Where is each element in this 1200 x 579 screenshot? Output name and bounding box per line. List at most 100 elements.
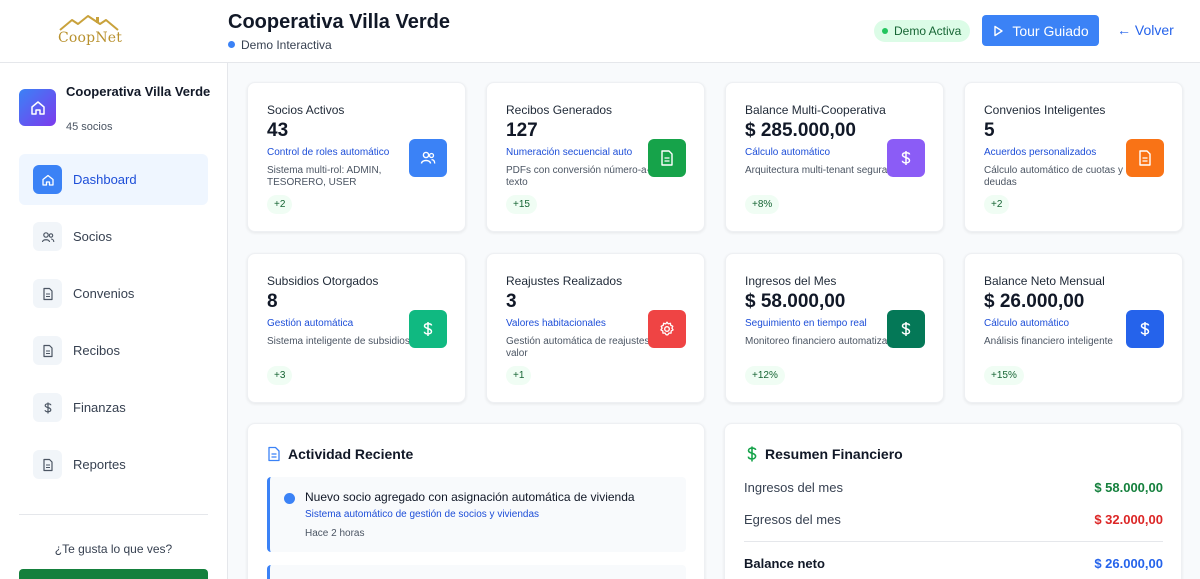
card-value: 8 (267, 291, 278, 312)
finance-row-label: Balance neto (744, 556, 825, 571)
activity-dot-icon (284, 493, 295, 504)
sidebar-item-label: Dashboard (73, 172, 137, 187)
finance-row-egresos: Egresos del mes $ 32.000,00 (744, 512, 1163, 527)
sidebar: Cooperativa Villa Verde 45 socios Dashbo… (0, 63, 228, 579)
logo-text: CoopNet (58, 30, 123, 46)
card-description: Arquitectura multi-tenant segura (745, 165, 888, 176)
home-icon (33, 165, 62, 194)
card-change-badge: +12% (745, 366, 785, 385)
card-value: $ 26.000,00 (984, 291, 1085, 312)
financial-summary-panel: Resumen Financiero Ingresos del mes $ 58… (724, 423, 1182, 579)
sidebar-item-finanzas[interactable]: Finanzas (19, 382, 208, 433)
card-change-badge: +2 (267, 195, 293, 214)
card-description: Sistema inteligente de subsidios (267, 336, 410, 347)
card-label: Balance Multi-Cooperativa (745, 103, 886, 117)
play-icon (994, 25, 1004, 36)
tour-button-label: Tour Guiado (1012, 22, 1089, 39)
finance-row-amount: $ 26.000,00 (1094, 556, 1163, 571)
finance-divider (744, 541, 1163, 542)
card-change-badge: +1 (506, 366, 532, 385)
card-label: Balance Neto Mensual (984, 274, 1105, 288)
card-subtitle: Valores habitacionales (506, 318, 606, 329)
card-value: $ 285.000,00 (745, 120, 856, 141)
home-icon (30, 100, 45, 115)
back-link[interactable]: ← Volver (1117, 22, 1174, 38)
card-label: Subsidios Otorgados (267, 274, 379, 288)
finance-row-balance: Balance neto $ 26.000,00 (744, 556, 1163, 571)
card-label: Recibos Generados (506, 103, 613, 117)
document-icon (33, 336, 62, 365)
activity-subtitle: Sistema automático de gestión de socios … (305, 509, 540, 520)
card-change-badge: +2 (984, 195, 1010, 214)
card-value: $ 58.000,00 (745, 291, 846, 312)
activity-item[interactable] (267, 565, 686, 579)
gear-icon (648, 310, 686, 348)
sidebar-item-reportes[interactable]: Reportes (19, 439, 208, 490)
stat-card-socios-activos: Socios Activos 43 Control de roles autom… (247, 82, 466, 232)
sidebar-item-socios[interactable]: Socios (19, 211, 208, 262)
finance-row-label: Ingresos del mes (744, 480, 843, 495)
finance-row-label: Egresos del mes (744, 512, 841, 527)
recent-activity-panel: Actividad Reciente Nuevo socio agregado … (247, 423, 705, 579)
stat-card-convenios-inteligentes: Convenios Inteligentes 5 Acuerdos person… (964, 82, 1183, 232)
feedback-cta-button[interactable] (19, 569, 208, 579)
feedback-question: ¿Te gusta lo que ves? (54, 542, 173, 556)
finance-row-amount: $ 58.000,00 (1094, 480, 1163, 495)
activity-time: Hace 2 horas (305, 528, 365, 539)
card-description: Análisis financiero inteligente (984, 336, 1113, 347)
cooperative-name: Cooperativa Villa Verde (66, 84, 211, 99)
card-subtitle: Cálculo automático (984, 318, 1070, 329)
users-icon (33, 222, 62, 251)
card-subtitle: Seguimiento en tiempo real (745, 318, 867, 329)
stat-card-balance-neto-mensual: Balance Neto Mensual $ 26.000,00 Cálculo… (964, 253, 1183, 403)
card-description: Monitoreo financiero automatizado (745, 336, 899, 347)
card-value: 3 (506, 291, 517, 312)
page-subtitle: Demo Interactiva (228, 38, 332, 52)
sidebar-divider (19, 514, 208, 515)
sidebar-item-label: Recibos (73, 343, 120, 358)
coopnet-logo[interactable]: CoopNet (56, 14, 123, 46)
sidebar-item-recibos[interactable]: Recibos (19, 325, 208, 376)
tour-guiado-button[interactable]: Tour Guiado (982, 15, 1099, 46)
dollar-icon (887, 310, 925, 348)
sidebar-item-convenios[interactable]: Convenios (19, 268, 208, 319)
sidebar-item-label: Convenios (73, 286, 135, 301)
demo-status-badge: Demo Activa (874, 20, 971, 42)
page-title: Cooperativa Villa Verde (228, 11, 450, 33)
financial-summary-title: Resumen Financiero (765, 446, 903, 462)
card-value: 127 (506, 120, 538, 141)
card-subtitle: Control de roles automático (267, 147, 390, 158)
dollar-icon (747, 446, 757, 462)
activity-item[interactable]: Nuevo socio agregado con asignación auto… (267, 477, 686, 552)
dollar-icon (1126, 310, 1164, 348)
cooperative-avatar (19, 89, 56, 126)
card-description: Sistema multi-rol: ADMIN, TESORERO, USER (267, 165, 382, 188)
cooperative-member-count: 45 socios (66, 121, 113, 133)
document-icon (268, 446, 280, 462)
finance-row-ingresos: Ingresos del mes $ 58.000,00 (744, 480, 1163, 495)
card-description: PDFs con conversión número-a-texto (506, 165, 650, 188)
card-label: Convenios Inteligentes (984, 103, 1106, 117)
card-subtitle: Cálculo automático (745, 147, 831, 158)
card-change-badge: +8% (745, 195, 780, 214)
sidebar-item-label: Reportes (73, 457, 126, 472)
document-icon (1126, 139, 1164, 177)
stat-card-ingresos-del-mes: Ingresos del Mes $ 58.000,00 Seguimiento… (725, 253, 944, 403)
dollar-icon (33, 393, 62, 422)
card-label: Ingresos del Mes (745, 274, 837, 288)
sidebar-item-dashboard[interactable]: Dashboard (19, 154, 208, 205)
stat-card-reajustes-realizados: Reajustes Realizados 3 Valores habitacio… (486, 253, 705, 403)
card-label: Socios Activos (267, 103, 345, 117)
finance-row-amount: $ 32.000,00 (1094, 512, 1163, 527)
card-subtitle: Gestión automática (267, 318, 354, 329)
recent-activity-title: Actividad Reciente (288, 446, 414, 462)
card-value: 43 (267, 120, 289, 141)
sidebar-item-label: Finanzas (73, 400, 126, 415)
card-description: Cálculo automático de cuotas y deudas (984, 165, 1123, 188)
badge-text: Demo Activa (894, 24, 962, 38)
card-value: 5 (984, 120, 995, 141)
card-change-badge: +15 (506, 195, 537, 214)
card-label: Reajustes Realizados (506, 274, 623, 288)
subtitle-text: Demo Interactiva (241, 38, 332, 52)
sidebar-item-label: Socios (73, 229, 113, 244)
